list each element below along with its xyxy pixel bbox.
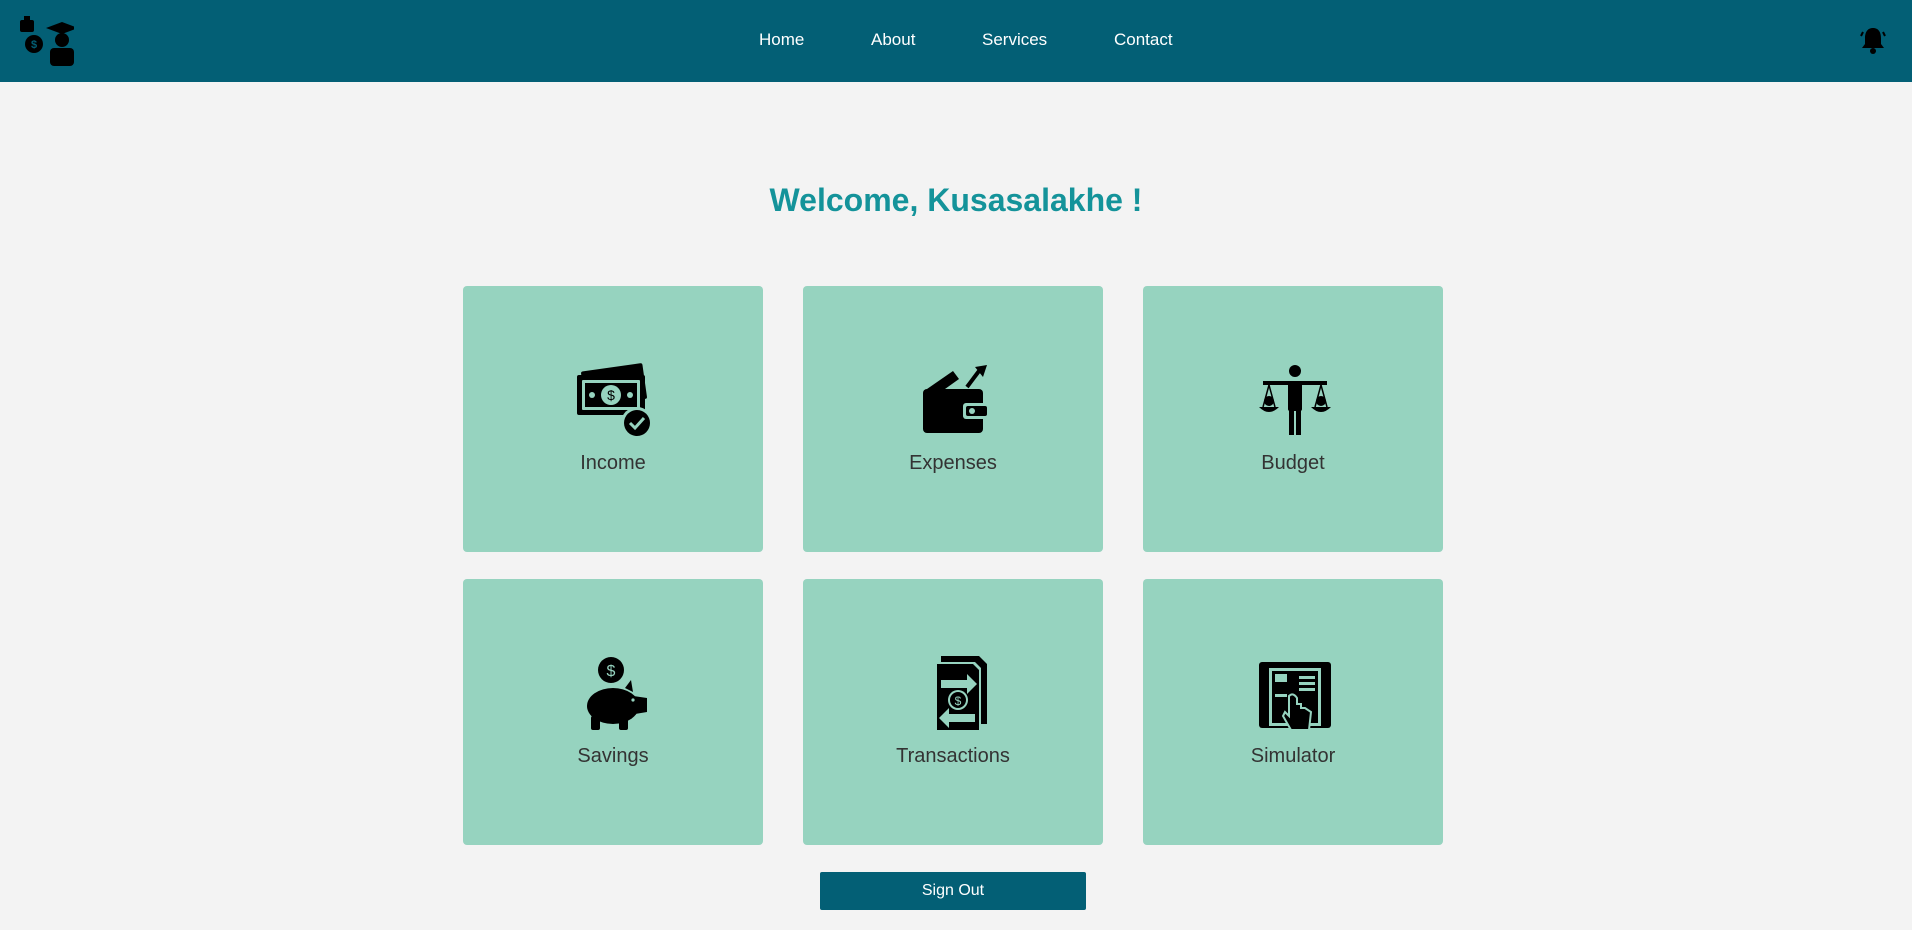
- transaction-document-icon: $: [935, 656, 987, 732]
- piggy-bank-icon: $: [587, 657, 647, 730]
- savings-card[interactable]: $ Savings: [463, 579, 763, 845]
- nav-services-link[interactable]: Services: [982, 30, 1047, 50]
- nav-contact-link[interactable]: Contact: [1114, 30, 1173, 50]
- nav-home-link[interactable]: Home: [759, 30, 804, 50]
- balance-person-icon: [1259, 365, 1331, 435]
- main-nav: Home About Services Contact: [0, 0, 1912, 82]
- welcome-heading: Welcome, Kusasalakhe !: [769, 182, 1143, 218]
- svg-text:$: $: [607, 663, 616, 680]
- svg-text:$: $: [607, 387, 615, 403]
- simulator-touch-icon: [1259, 662, 1331, 731]
- expenses-label: Expenses: [909, 452, 997, 474]
- savings-label: Savings: [577, 745, 649, 767]
- budget-card[interactable]: Budget: [1143, 286, 1443, 552]
- wallet-arrow-icon: [923, 365, 989, 433]
- budget-label: Budget: [1261, 452, 1325, 474]
- sign-out-button[interactable]: Sign Out: [820, 872, 1086, 910]
- simulator-card[interactable]: Simulator: [1143, 579, 1443, 845]
- money-check-icon: $: [577, 363, 653, 439]
- nav-about-link[interactable]: About: [871, 30, 915, 50]
- svg-text:$: $: [955, 694, 962, 708]
- transactions-label: Transactions: [896, 745, 1010, 767]
- income-label: Income: [580, 452, 646, 474]
- transactions-card[interactable]: $ Transactions: [803, 579, 1103, 845]
- top-navbar: $ Home About Services Contact: [0, 0, 1912, 82]
- income-card[interactable]: $ Income: [463, 286, 763, 552]
- simulator-label: Simulator: [1250, 745, 1336, 767]
- bell-icon[interactable]: [1860, 26, 1886, 54]
- expenses-card[interactable]: Expenses: [803, 286, 1103, 552]
